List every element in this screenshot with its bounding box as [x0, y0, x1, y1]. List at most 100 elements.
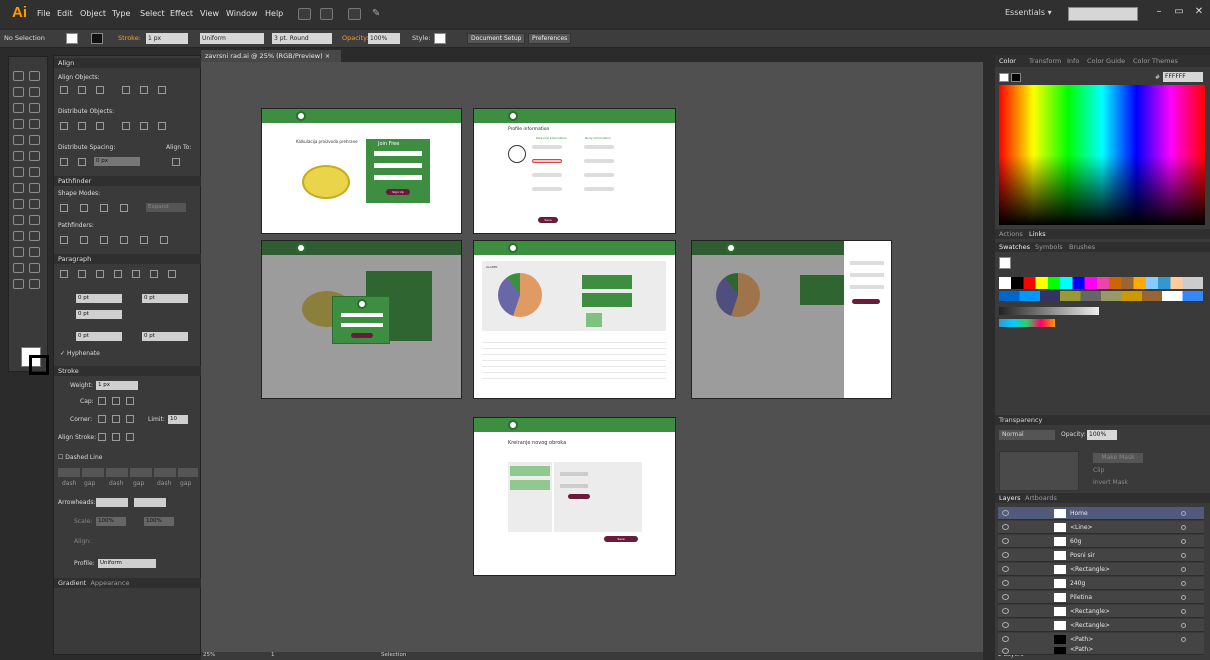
eyedropper-tool-icon[interactable] — [29, 231, 40, 241]
eye-icon[interactable] — [1002, 636, 1009, 642]
layer-row[interactable]: <Line> — [998, 521, 1204, 534]
target-icon[interactable] — [1181, 609, 1186, 614]
align-right-icon[interactable] — [96, 270, 104, 278]
color-group-swatches[interactable] — [999, 319, 1055, 327]
add-card-button[interactable] — [586, 313, 602, 327]
transform-tab[interactable]: Transform — [1029, 57, 1061, 65]
grayscale-swatches[interactable] — [999, 307, 1099, 315]
popup-password-input[interactable] — [341, 323, 383, 327]
popup-username-input[interactable] — [341, 313, 383, 317]
appearance-tab[interactable]: Appearance — [90, 579, 129, 587]
scale-tool-icon[interactable] — [13, 183, 24, 193]
zoom-level[interactable]: 25% — [203, 652, 215, 658]
eye-icon[interactable] — [1002, 510, 1009, 516]
brushes-tab[interactable]: Brushes — [1069, 243, 1095, 251]
workspace-switcher[interactable]: Essentials ▾ — [1005, 8, 1065, 21]
align-center-icon[interactable] — [78, 270, 86, 278]
variable-width-profile[interactable]: Uniform — [200, 33, 264, 44]
opacity-label[interactable]: Opacity: — [342, 34, 369, 42]
eye-icon[interactable] — [1002, 524, 1009, 530]
eye-icon[interactable] — [1002, 552, 1009, 558]
close-button[interactable]: ✕ — [1190, 6, 1208, 20]
target-icon[interactable] — [1181, 525, 1186, 530]
eye-icon[interactable] — [1002, 594, 1009, 600]
height-field[interactable] — [584, 145, 614, 149]
layer-row[interactable]: 240g — [998, 577, 1204, 590]
stroke-swatch[interactable] — [91, 33, 103, 44]
menu-edit[interactable]: Edit — [57, 9, 73, 18]
layer-row[interactable]: <Rectangle> — [998, 563, 1204, 576]
eye-icon[interactable] — [1002, 538, 1009, 544]
current-fill-swatch[interactable] — [999, 257, 1011, 269]
crop-icon[interactable] — [120, 236, 128, 244]
save-button-profile[interactable]: Save — [538, 217, 558, 223]
justify-right-icon[interactable] — [150, 270, 158, 278]
artboard-tool-icon[interactable] — [29, 263, 40, 273]
artboard-login[interactable]: Kalkulacija proizvoda prehrane Join Free… — [261, 108, 462, 234]
curvature-tool-icon[interactable] — [29, 103, 40, 113]
layer-row[interactable]: Posni sir — [998, 549, 1204, 562]
mesh-tool-icon[interactable] — [29, 215, 40, 225]
horizontal-align-right-icon[interactable] — [96, 86, 104, 94]
menu-effect[interactable]: Effect — [170, 9, 193, 18]
eye-icon[interactable] — [1002, 566, 1009, 572]
align-to-selection-icon[interactable] — [172, 158, 180, 166]
gradient-tool-icon[interactable] — [13, 231, 24, 241]
paragraph-panel-header[interactable]: Paragraph — [54, 254, 202, 264]
target-icon[interactable] — [1181, 623, 1186, 628]
minus-back-icon[interactable] — [160, 236, 168, 244]
swatches-tab[interactable]: Swatches — [999, 243, 1030, 251]
eye-icon[interactable] — [1002, 622, 1009, 628]
align-left-icon[interactable] — [60, 270, 68, 278]
swatch-row-2[interactable] — [999, 291, 1203, 301]
weight-field[interactable]: 1 px — [96, 381, 138, 390]
pencil-tool-icon[interactable] — [29, 135, 40, 145]
symbol-sprayer-tool-icon[interactable] — [29, 247, 40, 257]
hand-tool-icon[interactable] — [13, 279, 24, 289]
blend-tool-icon[interactable] — [13, 247, 24, 257]
close-document-icon[interactable]: × — [325, 52, 330, 60]
vertical-align-bottom-icon[interactable] — [158, 86, 166, 94]
butt-cap-icon[interactable] — [98, 397, 106, 405]
document-setup-button[interactable]: Document Setup — [467, 33, 526, 44]
gpu-icon[interactable]: ✎ — [372, 8, 385, 20]
sidebar-save-button[interactable] — [852, 299, 880, 304]
target-icon[interactable] — [1181, 567, 1186, 572]
start-scale-field[interactable]: 100% — [96, 517, 126, 526]
target-icon[interactable] — [1181, 637, 1186, 642]
menu-help[interactable]: Help — [265, 9, 283, 18]
vertical-align-center-icon[interactable] — [140, 86, 148, 94]
current-tool-status[interactable]: Selection — [381, 652, 406, 658]
pathfinder-panel-header[interactable]: Pathfinder — [54, 176, 202, 186]
dashed-line-checkbox[interactable]: ☐ Dashed Line — [58, 454, 102, 461]
divide-icon[interactable] — [60, 236, 68, 244]
dash-field-3[interactable] — [154, 468, 176, 477]
target-icon[interactable] — [1181, 581, 1186, 586]
width-tool-icon[interactable] — [29, 183, 40, 193]
justify-left-icon[interactable] — [114, 270, 122, 278]
target-icon[interactable] — [1181, 595, 1186, 600]
end-arrowhead-select[interactable] — [134, 498, 166, 507]
surname-field[interactable] — [532, 159, 562, 163]
make-mask-button[interactable]: Make Mask — [1093, 453, 1143, 463]
pen-tool-icon[interactable] — [13, 103, 24, 113]
document-tab[interactable]: zavrsni rad.ai @ 25% (RGB/Preview) × — [201, 50, 341, 62]
gap-field-3[interactable] — [178, 468, 198, 477]
align-stroke-center-icon[interactable] — [98, 433, 106, 441]
minimize-button[interactable]: – — [1150, 6, 1168, 20]
activity-field[interactable] — [584, 173, 614, 177]
hex-input[interactable]: FFFFFF — [1163, 72, 1203, 82]
lasso-tool-icon[interactable] — [29, 87, 40, 97]
rotate-tool-icon[interactable] — [29, 167, 40, 177]
horizontal-align-center-icon[interactable] — [78, 86, 86, 94]
stroke-weight-field[interactable]: 1 px — [146, 33, 188, 44]
horizontal-align-left-icon[interactable] — [60, 86, 68, 94]
projecting-cap-icon[interactable] — [126, 397, 134, 405]
dash-field-1[interactable] — [58, 468, 80, 477]
outline-icon[interactable] — [140, 236, 148, 244]
stroke-color-box[interactable] — [29, 355, 49, 375]
eye-icon[interactable] — [1002, 580, 1009, 586]
artboards-tab[interactable]: Artboards — [1025, 494, 1057, 502]
artboard-dashboard[interactable]: ALARMI — [473, 240, 676, 399]
hyphenate-checkbox[interactable]: ✓ Hyphenate — [60, 350, 100, 357]
